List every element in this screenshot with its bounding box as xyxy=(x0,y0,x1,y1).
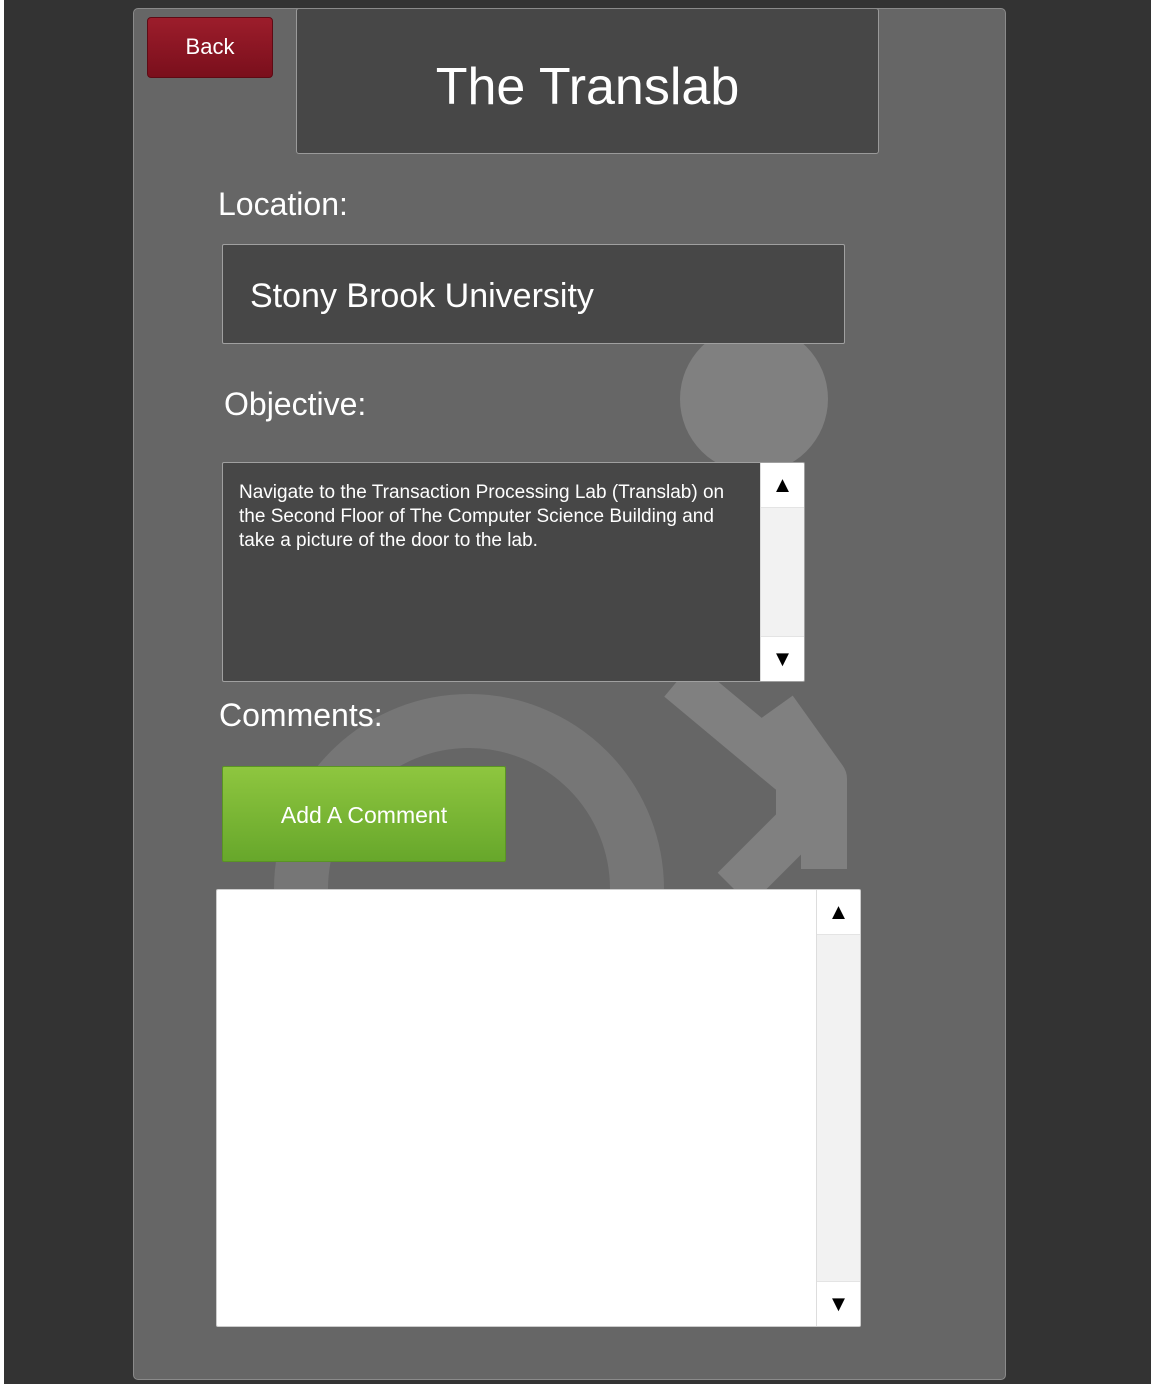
objective-text: Navigate to the Transaction Processing L… xyxy=(239,482,725,551)
scroll-down-arrow-icon[interactable]: ▼ xyxy=(761,636,804,681)
app-screen: Back The Translab Location: Stony Brook … xyxy=(0,0,1151,1384)
comments-label: Comments: xyxy=(219,697,383,733)
scroll-down-arrow-icon[interactable]: ▼ xyxy=(817,1281,860,1326)
location-label: Location: xyxy=(218,186,348,222)
location-field: Stony Brook University xyxy=(222,244,845,344)
back-button[interactable]: Back xyxy=(147,17,273,78)
add-comment-button[interactable]: Add A Comment xyxy=(222,766,506,862)
window-edge xyxy=(0,0,4,1384)
scroll-up-arrow-icon[interactable]: ▲ xyxy=(761,463,804,508)
objective-label: Objective: xyxy=(224,386,367,422)
task-detail-panel: Back The Translab Location: Stony Brook … xyxy=(133,8,1006,1380)
comments-scrollbar[interactable]: ▲ ▼ xyxy=(816,890,860,1326)
page-title: The Translab xyxy=(296,9,879,154)
objective-text-area[interactable]: Navigate to the Transaction Processing L… xyxy=(222,462,805,682)
comments-list[interactable]: ▲ ▼ xyxy=(216,889,861,1327)
objective-scrollbar[interactable]: ▲ ▼ xyxy=(760,463,804,681)
scroll-up-arrow-icon[interactable]: ▲ xyxy=(817,890,860,935)
